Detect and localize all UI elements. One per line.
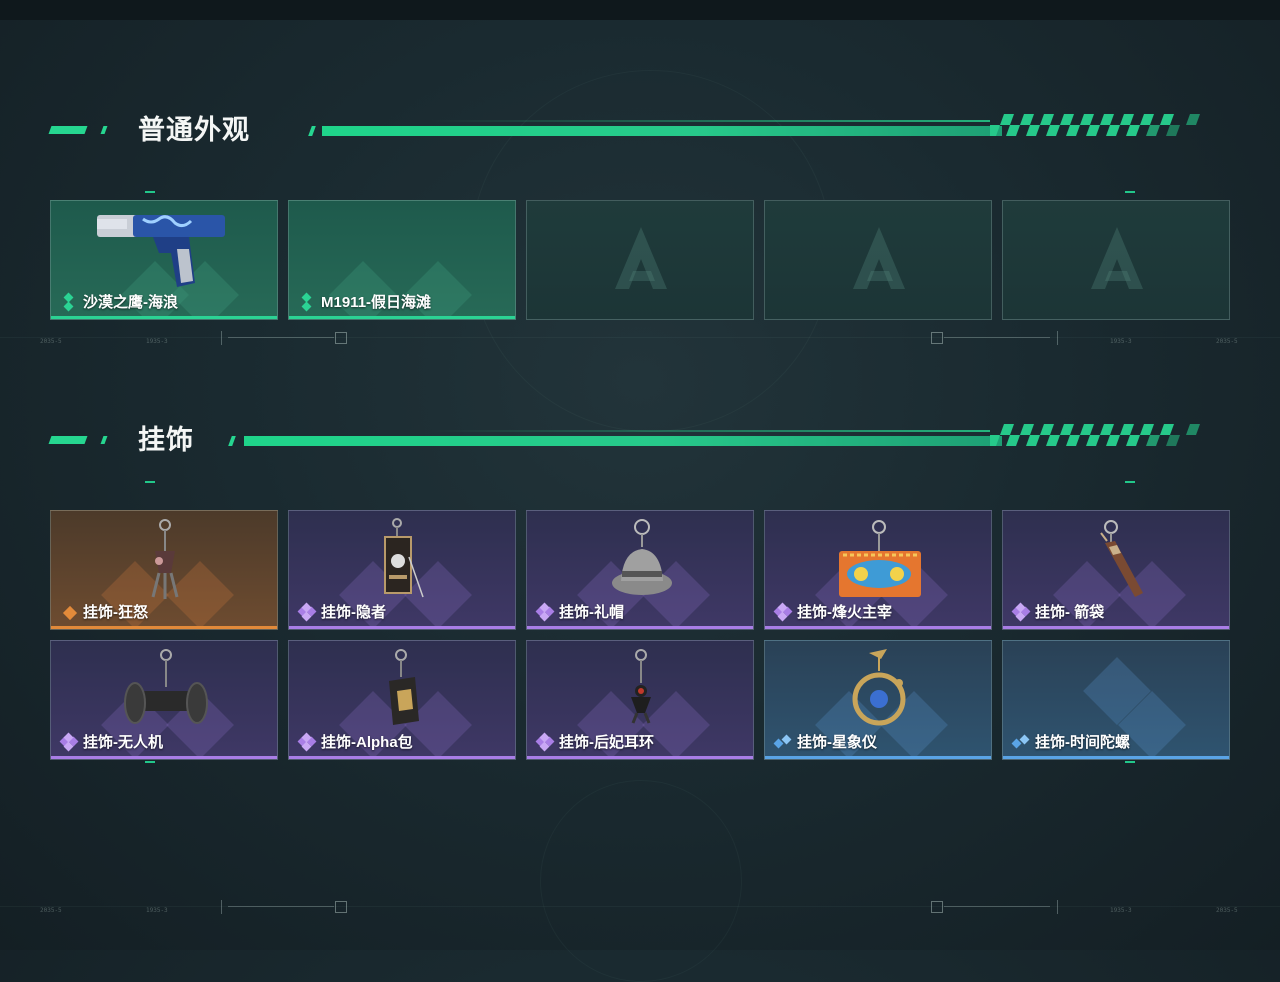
- empty-slot: [1002, 200, 1230, 320]
- rage-charm-icon: [151, 519, 179, 599]
- rarity-purple-icon: [297, 602, 317, 621]
- top-hat-charm-icon: [612, 519, 672, 595]
- section-header-appearance: 普通外观: [48, 110, 1210, 150]
- empty-slot-logo-icon: [1091, 227, 1143, 289]
- item-label: 挂饰-狂怒: [61, 601, 148, 622]
- section-header-charms: 挂饰: [48, 420, 1210, 460]
- beacon-ruler-charm-icon: [839, 520, 921, 597]
- item-card-beacon-ruler-charm[interactable]: 挂饰-烽火主宰: [764, 510, 992, 630]
- item-card-quiver-charm[interactable]: 挂饰- 箭袋: [1002, 510, 1230, 630]
- quiver-charm-icon: [1100, 520, 1143, 597]
- rarity-blue-icon: [1011, 734, 1030, 750]
- item-card-rage-charm[interactable]: 挂饰-狂怒: [50, 510, 278, 630]
- empty-slot-logo-icon: [615, 227, 667, 289]
- item-card-time-gyroscope-charm[interactable]: 挂饰-时间陀螺: [1002, 640, 1230, 760]
- item-label: 沙漠之鹰-海浪: [61, 291, 178, 312]
- rarity-blue-icon: [773, 734, 792, 750]
- item-label: 挂饰-隐者: [297, 601, 386, 622]
- item-card-desert-eagle[interactable]: 沙漠之鹰-海浪: [50, 200, 278, 320]
- item-card-astrolabe-charm[interactable]: 挂饰-星象仪: [764, 640, 992, 760]
- item-label: 挂饰-Alpha包: [297, 731, 413, 752]
- astrolabe-charm-icon: [852, 649, 906, 726]
- header-progress-line: [244, 436, 1002, 446]
- item-card-hermit-charm[interactable]: 挂饰-隐者: [288, 510, 516, 630]
- item-label: 挂饰-星象仪: [773, 731, 877, 752]
- item-card-top-hat-charm[interactable]: 挂饰-礼帽: [526, 510, 754, 630]
- item-card-m1911[interactable]: M1911-假日海滩: [288, 200, 516, 320]
- item-label: 挂饰-烽火主宰: [773, 601, 892, 622]
- top-bar: [0, 0, 1280, 20]
- item-card-consort-earring-charm[interactable]: 挂饰-后妃耳环: [526, 640, 754, 760]
- rarity-green-icon: [299, 292, 315, 311]
- rarity-purple-icon: [773, 602, 793, 621]
- rarity-purple-icon: [535, 732, 555, 751]
- empty-slot-logo-icon: [853, 227, 905, 289]
- alpha-bag-charm-icon: [389, 649, 419, 725]
- rarity-purple-icon: [59, 732, 79, 751]
- rarity-purple-icon: [535, 602, 555, 621]
- header-slash: [228, 436, 236, 446]
- item-label: 挂饰-时间陀螺: [1011, 731, 1130, 752]
- header-thin-line: [430, 430, 990, 432]
- rarity-green-icon: [61, 292, 77, 311]
- section-title: 普通外观: [138, 115, 250, 145]
- item-label: 挂饰-后妃耳环: [535, 731, 654, 752]
- item-card-alpha-bag-charm[interactable]: 挂饰-Alpha包: [288, 640, 516, 760]
- header-accent-bar: [48, 126, 88, 134]
- item-label: 挂饰- 箭袋: [1011, 601, 1104, 622]
- item-label: 挂饰-无人机: [59, 731, 163, 752]
- item-label: 挂饰-礼帽: [535, 601, 624, 622]
- header-accent-bar: [48, 436, 88, 444]
- header-accent-tick: [100, 436, 108, 444]
- header-checker-pattern: [990, 114, 1200, 136]
- drone-charm-icon: [124, 649, 208, 724]
- hermit-card-charm-icon: [384, 518, 424, 598]
- header-slash: [308, 126, 316, 136]
- desert-eagle-pistol-icon: [97, 215, 225, 287]
- header-progress-line: [322, 126, 1002, 136]
- section-title: 挂饰: [138, 425, 194, 455]
- empty-slot: [526, 200, 754, 320]
- header-checker-pattern: [990, 424, 1200, 446]
- header-thin-line: [430, 120, 990, 122]
- item-label: M1911-假日海滩: [299, 291, 431, 312]
- consort-earring-charm-icon: [631, 649, 651, 724]
- rarity-purple-icon: [297, 732, 317, 751]
- rarity-orange-icon: [61, 604, 78, 620]
- header-accent-tick: [100, 126, 108, 134]
- empty-slot: [764, 200, 992, 320]
- rarity-purple-icon: [1011, 602, 1031, 621]
- item-card-drone-charm[interactable]: 挂饰-无人机: [50, 640, 278, 760]
